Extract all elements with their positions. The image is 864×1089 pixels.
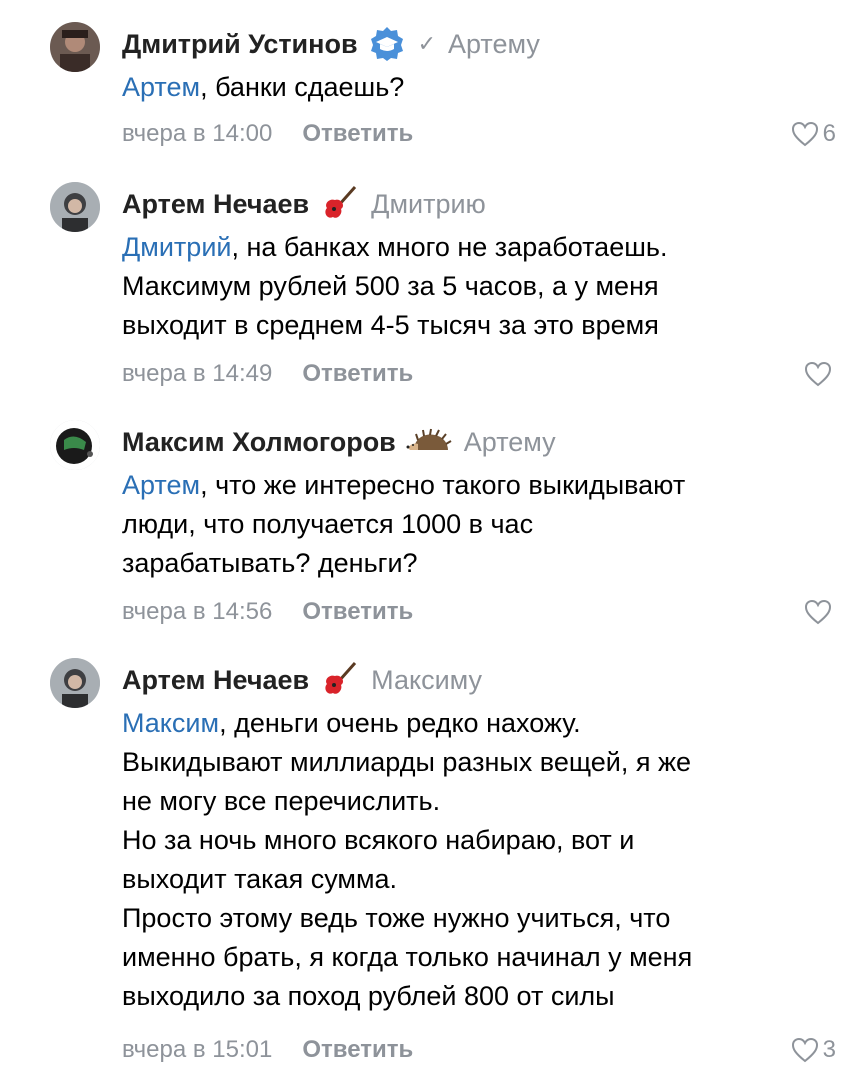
comment-text: Артем, банки сдаешь?	[122, 72, 405, 102]
timestamp: вчера в 14:56	[122, 598, 273, 625]
author-name[interactable]: Артем Нечаев	[122, 665, 309, 696]
reply-to[interactable]: Артему	[448, 29, 540, 60]
comment-text: Дмитрий, на банках много не заработаешь.…	[122, 232, 668, 340]
comment-meta: вчера в 14:00 Ответить	[122, 114, 413, 154]
timestamp: вчера в 14:49	[122, 360, 273, 387]
comment-header: Артем Нечаев Максиму	[122, 660, 482, 700]
heart-icon	[791, 121, 818, 147]
author-name[interactable]: Максим Холмогоров	[122, 427, 396, 458]
comment-text: Максим, деньги очень редко нахожу. Выкид…	[122, 708, 693, 1011]
reply-to[interactable]: Максиму	[371, 665, 482, 696]
mention-link[interactable]: Артем	[122, 470, 200, 500]
comment-meta: вчера в 14:49 Ответить	[122, 354, 413, 394]
reply-button[interactable]: Ответить	[302, 598, 413, 626]
reply-arrow-icon: ✓	[417, 31, 436, 56]
like-count: 3	[822, 1036, 836, 1063]
comment-header: Артем Нечаев Дмитрию	[122, 184, 486, 224]
avatar[interactable]	[50, 182, 100, 232]
reply-button[interactable]: Ответить	[302, 120, 413, 148]
timestamp: вчера в 15:01	[122, 1036, 273, 1063]
mention-link[interactable]: Максим	[122, 708, 219, 738]
comment-meta: вчера в 15:01 Ответить	[122, 1030, 413, 1070]
avatar[interactable]	[50, 22, 100, 72]
like-button[interactable]: 3	[791, 1030, 836, 1070]
comment-meta: вчера в 14:56 Ответить	[122, 592, 413, 632]
heart-icon	[804, 599, 832, 625]
guitar-icon	[319, 184, 359, 224]
avatar[interactable]	[50, 420, 100, 470]
like-button[interactable]: 6	[791, 114, 836, 154]
heart-icon	[804, 361, 832, 387]
verified-education-icon	[368, 26, 406, 62]
hedgehog-icon	[406, 428, 452, 456]
reply-button[interactable]: Ответить	[302, 1036, 413, 1064]
comment-header: Дмитрий Устинов ✓ Артему	[122, 24, 540, 64]
guitar-icon	[319, 660, 359, 700]
like-button[interactable]	[804, 592, 836, 632]
like-count: 6	[822, 120, 836, 147]
timestamp: вчера в 14:00	[122, 120, 273, 147]
like-button[interactable]	[804, 354, 836, 394]
reply-to[interactable]: Артему	[464, 427, 556, 458]
comment-header: Максим Холмогоров Артему	[122, 422, 556, 462]
reply-button[interactable]: Ответить	[302, 360, 413, 388]
author-name[interactable]: Артем Нечаев	[122, 189, 309, 220]
mention-link[interactable]: Артем	[122, 72, 200, 102]
heart-icon	[791, 1037, 818, 1063]
avatar[interactable]	[50, 658, 100, 708]
reply-to[interactable]: Дмитрию	[371, 189, 486, 220]
comment-text: Артем, что же интересно такого выкидываю…	[122, 470, 686, 578]
author-name[interactable]: Дмитрий Устинов	[122, 29, 358, 60]
mention-link[interactable]: Дмитрий	[122, 232, 231, 262]
